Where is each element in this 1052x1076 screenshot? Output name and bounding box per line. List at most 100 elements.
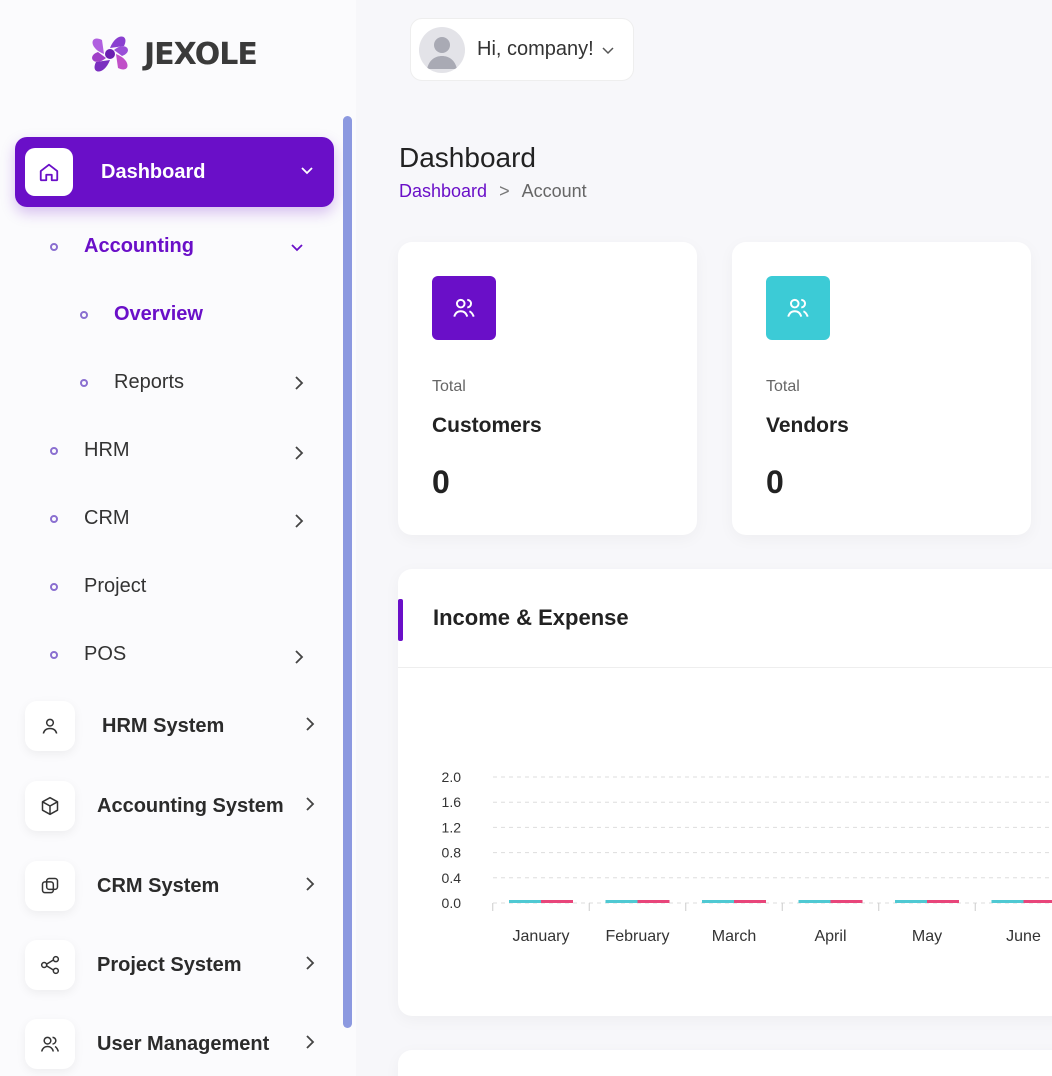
sidebar-item-overview[interactable]: Overview	[80, 303, 203, 326]
sidebar-item-user-management[interactable]: User Management	[25, 1019, 325, 1069]
sidebar: JEXOLE Dashboard Accounting Overview Rep…	[0, 0, 356, 1076]
x-tick-label: February	[605, 928, 669, 945]
sidebar-item-hrm[interactable]: HRM	[50, 439, 130, 462]
sidebar-item-label: Project	[84, 575, 147, 597]
breadcrumb: Dashboard > Account	[399, 181, 587, 202]
layers-icon	[25, 861, 75, 911]
sidebar-scrollbar[interactable]	[343, 116, 352, 1028]
sidebar-item-hrm-system[interactable]: HRM System	[25, 701, 325, 751]
x-tick-label: March	[712, 928, 756, 945]
sidebar-item-label: Accounting	[84, 235, 194, 257]
stat-label: Customers	[432, 414, 542, 437]
sidebar-item-label: Dashboard	[101, 160, 206, 183]
sidebar-item-label: Overview	[114, 303, 203, 325]
bullet-icon	[50, 650, 58, 659]
sidebar-item-label: POS	[84, 643, 127, 665]
chevron-right-icon	[305, 1033, 315, 1056]
bullet-icon	[50, 582, 58, 591]
bar	[702, 900, 734, 903]
bullet-icon	[50, 446, 58, 455]
sidebar-item-label: CRM System	[97, 874, 220, 897]
bar	[830, 900, 863, 903]
sidebar-item-label: HRM System	[102, 714, 225, 737]
chevron-right-icon	[305, 954, 315, 977]
bar	[734, 900, 766, 903]
chevron-right-icon	[305, 795, 315, 818]
sidebar-item-accounting-system[interactable]: Accounting System	[25, 781, 325, 831]
stat-card-customers: Total Customers 0	[398, 242, 697, 535]
sidebar-item-dashboard[interactable]: Dashboard	[15, 137, 334, 207]
x-tick-label: January	[513, 928, 570, 945]
stat-caption: Total	[432, 378, 466, 395]
brand-logo[interactable]: JEXOLE	[82, 26, 258, 82]
page-title: Dashboard	[399, 142, 536, 173]
chevron-down-icon	[300, 163, 314, 181]
stat-value: 0	[766, 464, 784, 500]
sidebar-item-reports[interactable]: Reports	[80, 371, 184, 394]
user-greeting: Hi, company!	[477, 38, 594, 60]
home-icon	[25, 148, 73, 196]
bar	[798, 900, 831, 903]
stat-label: Vendors	[766, 414, 849, 437]
sidebar-item-project-system[interactable]: Project System	[25, 940, 325, 990]
sidebar-item-label: User Management	[97, 1032, 270, 1055]
sidebar-item-label: Accounting System	[97, 794, 284, 817]
bullet-icon	[80, 310, 88, 319]
income-expense-card: Income & Expense 0.0 0.4 0.8 1.2 1.6 2.0 Janua…	[398, 569, 1052, 1016]
brand-name: JEXOLE	[144, 36, 258, 72]
sidebar-item-crm[interactable]: CRM	[50, 507, 130, 530]
stat-value: 0	[432, 464, 450, 500]
x-tick-label: April	[814, 928, 846, 945]
share-icon	[25, 940, 75, 990]
bullet-icon	[50, 242, 58, 251]
sidebar-item-label: Reports	[114, 371, 185, 393]
box-icon	[25, 781, 75, 831]
sidebar-item-label: HRM	[84, 439, 130, 461]
breadcrumb-current: Account	[521, 181, 587, 201]
y-tick-label: 0.0	[442, 895, 462, 911]
chevron-down-icon	[602, 42, 614, 58]
y-tick-label: 0.4	[442, 870, 462, 886]
sidebar-item-crm-system[interactable]: CRM System	[25, 861, 325, 911]
bar	[1023, 900, 1052, 903]
income-expense-chart: 0.0 0.4 0.8 1.2 1.6 2.0 January February March Ap…	[442, 769, 1052, 945]
sidebar-item-project[interactable]: Project	[50, 575, 146, 598]
y-tick-label: 2.0	[442, 769, 462, 785]
y-tick-label: 1.2	[442, 819, 462, 835]
bar	[541, 900, 573, 903]
sidebar-item-label: Project System	[97, 953, 242, 976]
y-tick-label: 1.6	[442, 794, 462, 810]
bar	[991, 900, 1024, 903]
avatar	[419, 26, 465, 73]
x-tick-label: May	[912, 928, 942, 945]
chevron-right-icon	[305, 875, 315, 898]
stat-card-vendors: Total Vendors 0	[732, 242, 1031, 535]
sidebar-item-label: CRM	[84, 507, 130, 529]
chevron-right-icon	[305, 715, 315, 738]
logo-icon	[92, 36, 128, 72]
users-icon	[766, 276, 830, 340]
bar	[637, 900, 670, 903]
bar	[509, 900, 541, 903]
sidebar-item-accounting[interactable]: Accounting	[50, 235, 194, 258]
breadcrumb-separator: >	[499, 181, 510, 201]
users-icon	[25, 1019, 75, 1069]
user-menu-button[interactable]: Hi, company!	[410, 18, 634, 81]
stat-caption: Total	[766, 378, 800, 395]
bottom-card	[398, 1050, 1052, 1076]
bar	[895, 900, 927, 903]
bar	[605, 900, 638, 903]
breadcrumb-link[interactable]: Dashboard	[399, 181, 487, 202]
chevron-right-icon[interactable]	[294, 512, 304, 535]
chevron-down-icon[interactable]	[290, 240, 304, 258]
bullet-icon	[80, 378, 88, 387]
x-tick-label: June	[1006, 928, 1041, 945]
y-tick-label: 0.8	[442, 845, 462, 861]
bar	[927, 900, 959, 903]
sidebar-item-pos[interactable]: POS	[50, 643, 126, 666]
chevron-right-icon[interactable]	[294, 444, 304, 467]
chevron-right-icon[interactable]	[294, 648, 304, 671]
user-icon	[25, 701, 75, 751]
bullet-icon	[50, 514, 58, 523]
chevron-right-icon[interactable]	[294, 374, 304, 397]
